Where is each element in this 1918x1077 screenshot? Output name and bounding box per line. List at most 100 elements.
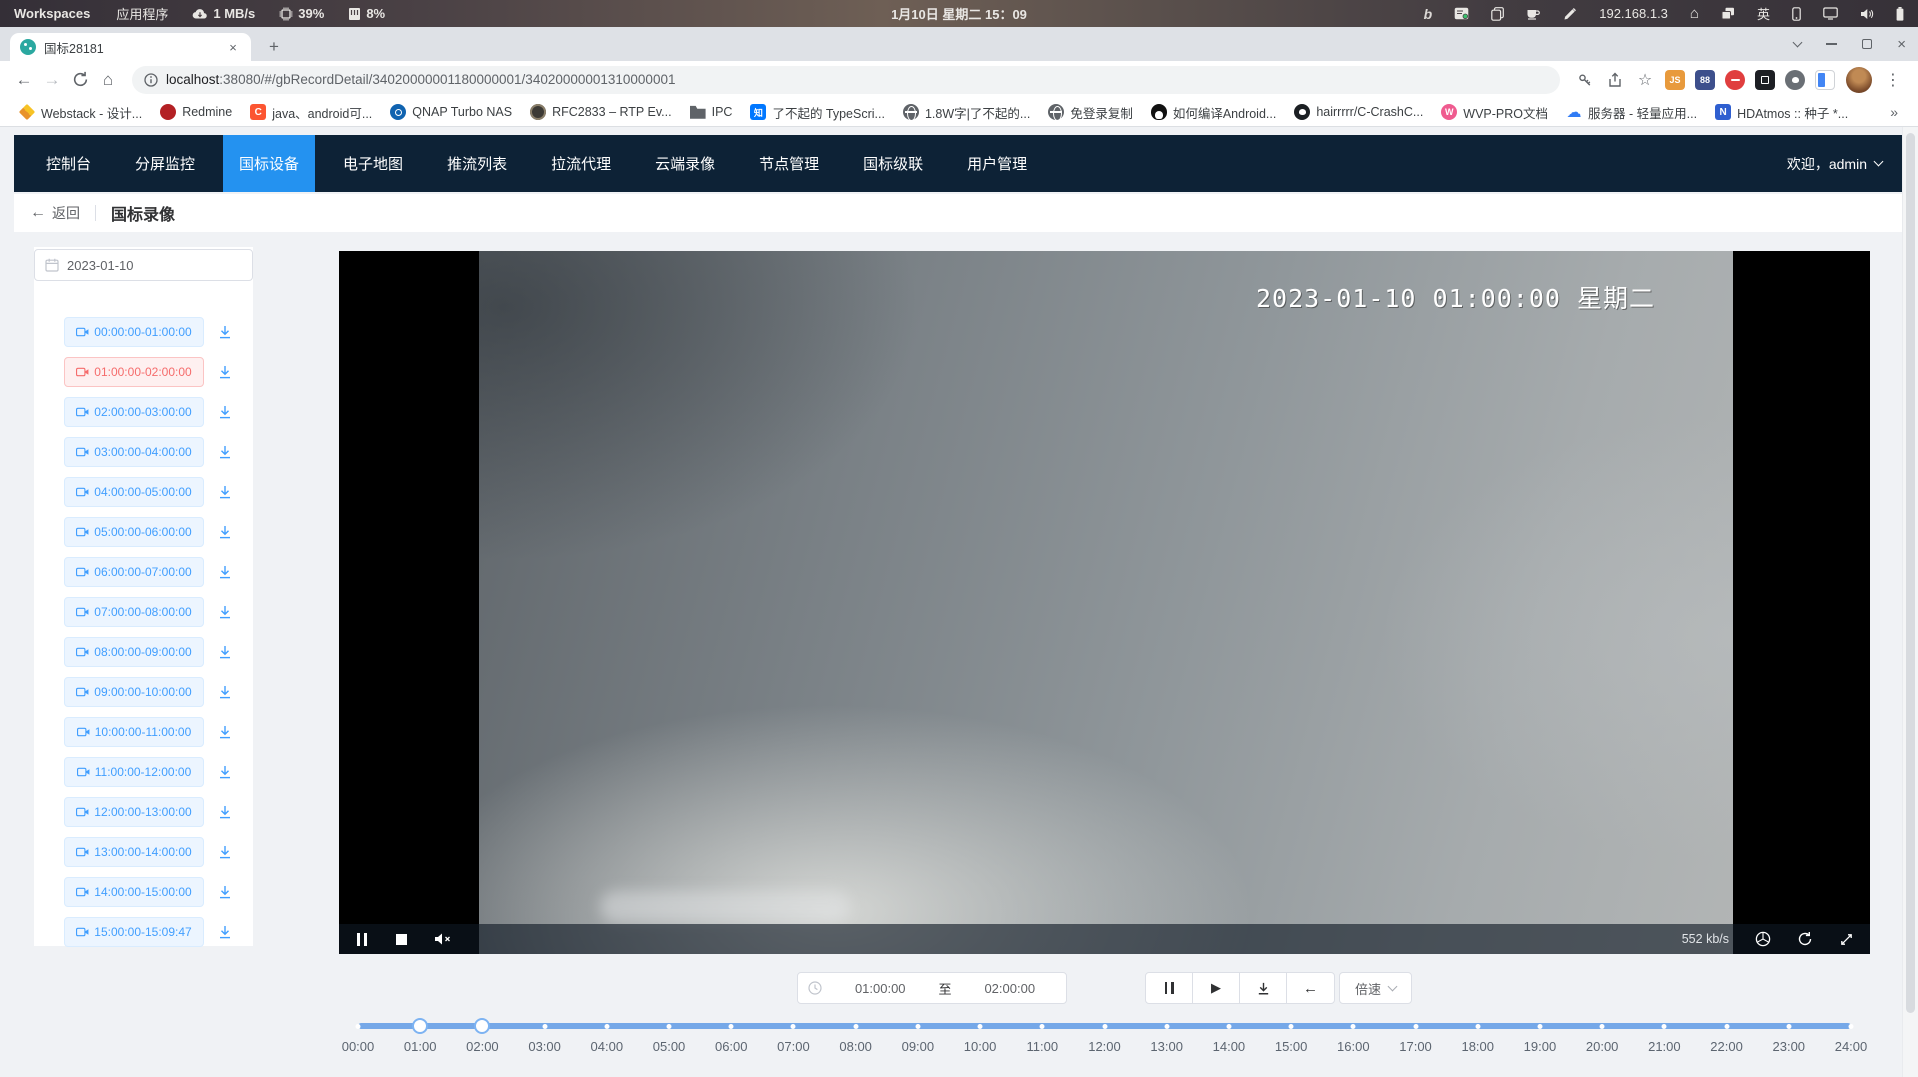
timeline-handle-end[interactable] — [474, 1018, 490, 1034]
workspaces-button[interactable]: Workspaces — [14, 6, 90, 21]
play-button[interactable]: ▶ — [1193, 973, 1240, 1003]
timeline-handle-start[interactable] — [412, 1018, 428, 1034]
tray-app-b-icon[interactable]: b — [1424, 6, 1433, 22]
maximize-icon[interactable] — [1862, 39, 1872, 49]
download-icon[interactable] — [217, 644, 233, 660]
nav-item-pull-proxy[interactable]: 拉流代理 — [535, 135, 627, 192]
new-tab-button[interactable]: + — [262, 35, 286, 59]
download-icon[interactable] — [217, 804, 233, 820]
record-time-button[interactable]: 11:00:00-12:00:00 — [64, 757, 204, 787]
pause-icon[interactable] — [355, 931, 369, 947]
extension-88-icon[interactable]: 88 — [1695, 70, 1715, 90]
extension-dark-icon[interactable] — [1755, 70, 1775, 90]
extension-reader-icon[interactable] — [1815, 70, 1835, 90]
bookmark-item[interactable]: 服务器 - 轻量应用... — [1557, 103, 1706, 122]
bookmark-star-icon[interactable]: ☆ — [1632, 67, 1658, 93]
clock[interactable]: 1月10日 星期二 15：09 — [891, 4, 1027, 23]
download-button[interactable] — [1240, 973, 1287, 1003]
record-time-button[interactable]: 01:00:00-02:00:00 — [64, 357, 204, 387]
nav-item-node-manage[interactable]: 节点管理 — [743, 135, 835, 192]
tray-pen-icon[interactable] — [1563, 6, 1577, 22]
scrollbar-thumb[interactable] — [1906, 133, 1915, 1013]
browser-forward-icon[interactable]: → — [38, 66, 66, 94]
download-icon[interactable] — [217, 404, 233, 420]
cpu-indicator[interactable]: 39% — [279, 6, 324, 22]
tray-app-window-icon[interactable] — [1454, 6, 1469, 22]
nav-item-gb-devices[interactable]: 国标设备 — [223, 135, 315, 192]
fullscreen-icon[interactable] — [1839, 932, 1854, 947]
record-time-button[interactable]: 09:00:00-10:00:00 — [64, 677, 204, 707]
password-key-icon[interactable] — [1572, 67, 1598, 93]
record-time-button[interactable]: 12:00:00-13:00:00 — [64, 797, 204, 827]
tray-volume-icon[interactable] — [1860, 6, 1874, 22]
download-icon[interactable] — [217, 924, 233, 940]
nav-item-push-list[interactable]: 推流列表 — [431, 135, 523, 192]
download-icon[interactable] — [217, 604, 233, 620]
applications-button[interactable]: 应用程序 — [116, 4, 168, 23]
download-icon[interactable] — [217, 884, 233, 900]
tray-home-icon[interactable]: ⌂ — [1690, 6, 1699, 22]
tab-search-chevron-icon[interactable] — [1793, 38, 1803, 48]
browser-menu-icon[interactable]: ⋮ — [1880, 67, 1906, 93]
end-time-input[interactable]: 02:00:00 — [954, 981, 1067, 996]
nav-item-cloud-record[interactable]: 云端录像 — [639, 135, 731, 192]
nav-item-map[interactable]: 电子地图 — [327, 135, 419, 192]
download-icon[interactable] — [217, 764, 233, 780]
download-icon[interactable] — [217, 524, 233, 540]
extension-adblock-icon[interactable] — [1725, 70, 1745, 90]
record-time-button[interactable]: 13:00:00-14:00:00 — [64, 837, 204, 867]
bookmark-item[interactable]: Webstack - 设计... — [10, 103, 151, 122]
bookmark-item[interactable]: Redmine — [151, 104, 241, 120]
nav-item-console[interactable]: 控制台 — [30, 135, 107, 192]
bookmark-item[interactable]: NHDAtmos :: 种子 *... — [1706, 103, 1857, 122]
record-time-button[interactable]: 06:00:00-07:00:00 — [64, 557, 204, 587]
browser-reload-icon[interactable] — [66, 66, 94, 94]
download-icon[interactable] — [217, 484, 233, 500]
tray-coffee-icon[interactable] — [1526, 6, 1541, 22]
tray-windows-stack-icon[interactable] — [1721, 6, 1735, 22]
video-player[interactable]: 2023-01-10 01:00:00 星期二 552 kb/s — [339, 251, 1870, 954]
step-back-button[interactable]: ← — [1287, 973, 1334, 1003]
start-time-input[interactable]: 01:00:00 — [824, 981, 937, 996]
bookmark-item[interactable]: hairrrrr/C-CrashC... — [1285, 104, 1432, 120]
nav-item-split-monitor[interactable]: 分屏监控 — [119, 135, 211, 192]
bookmark-item[interactable]: 1.8W字|了不起的... — [894, 103, 1039, 122]
bookmark-item[interactable]: RFC2833 – RTP Ev... — [521, 104, 681, 120]
user-menu[interactable]: 欢迎，admin — [1787, 154, 1882, 174]
browser-tab[interactable]: 国标28181 × — [10, 33, 251, 61]
pause-button[interactable] — [1146, 973, 1193, 1003]
bookmark-item[interactable]: 免登录复制 — [1039, 103, 1142, 122]
tab-close-icon[interactable]: × — [225, 40, 241, 55]
bookmark-item[interactable]: Cjava、android可... — [241, 103, 381, 122]
download-icon[interactable] — [217, 684, 233, 700]
nav-item-user-manage[interactable]: 用户管理 — [951, 135, 1043, 192]
record-time-button[interactable]: 03:00:00-04:00:00 — [64, 437, 204, 467]
bookmarks-overflow-icon[interactable]: » — [1890, 104, 1918, 120]
browser-back-icon[interactable]: ← — [10, 66, 38, 94]
site-info-icon[interactable] — [144, 73, 158, 87]
tray-display-icon[interactable] — [1823, 6, 1838, 22]
record-time-button[interactable]: 10:00:00-11:00:00 — [64, 717, 204, 747]
browser-home-icon[interactable]: ⌂ — [94, 66, 122, 94]
extension-js-icon[interactable]: JS — [1665, 70, 1685, 90]
time-range-picker[interactable]: 01:00:00 至 02:00:00 — [797, 972, 1067, 1004]
input-method-indicator[interactable]: 英 — [1757, 4, 1770, 23]
nav-item-gb-cascade[interactable]: 国标级联 — [847, 135, 939, 192]
minimize-icon[interactable] — [1826, 43, 1837, 45]
record-time-button[interactable]: 04:00:00-05:00:00 — [64, 477, 204, 507]
record-time-button[interactable]: 07:00:00-08:00:00 — [64, 597, 204, 627]
address-bar[interactable]: localhost:38080/#/gbRecordDetail/3402000… — [132, 66, 1560, 94]
record-time-button[interactable]: 14:00:00-15:00:00 — [64, 877, 204, 907]
bookmark-item[interactable]: WWVP-PRO文档 — [1432, 103, 1557, 122]
tray-phone-icon[interactable] — [1792, 6, 1801, 22]
volume-muted-icon[interactable] — [434, 931, 451, 947]
record-time-button[interactable]: 08:00:00-09:00:00 — [64, 637, 204, 667]
video-surface[interactable] — [479, 251, 1733, 954]
download-icon[interactable] — [217, 844, 233, 860]
bookmark-item[interactable]: QNAP Turbo NAS — [381, 104, 521, 120]
share-icon[interactable] — [1602, 67, 1628, 93]
download-icon[interactable] — [217, 724, 233, 740]
stop-icon[interactable] — [396, 931, 407, 947]
back-button[interactable]: ← 返回 — [30, 203, 80, 223]
snapshot-aperture-icon[interactable] — [1755, 931, 1771, 947]
